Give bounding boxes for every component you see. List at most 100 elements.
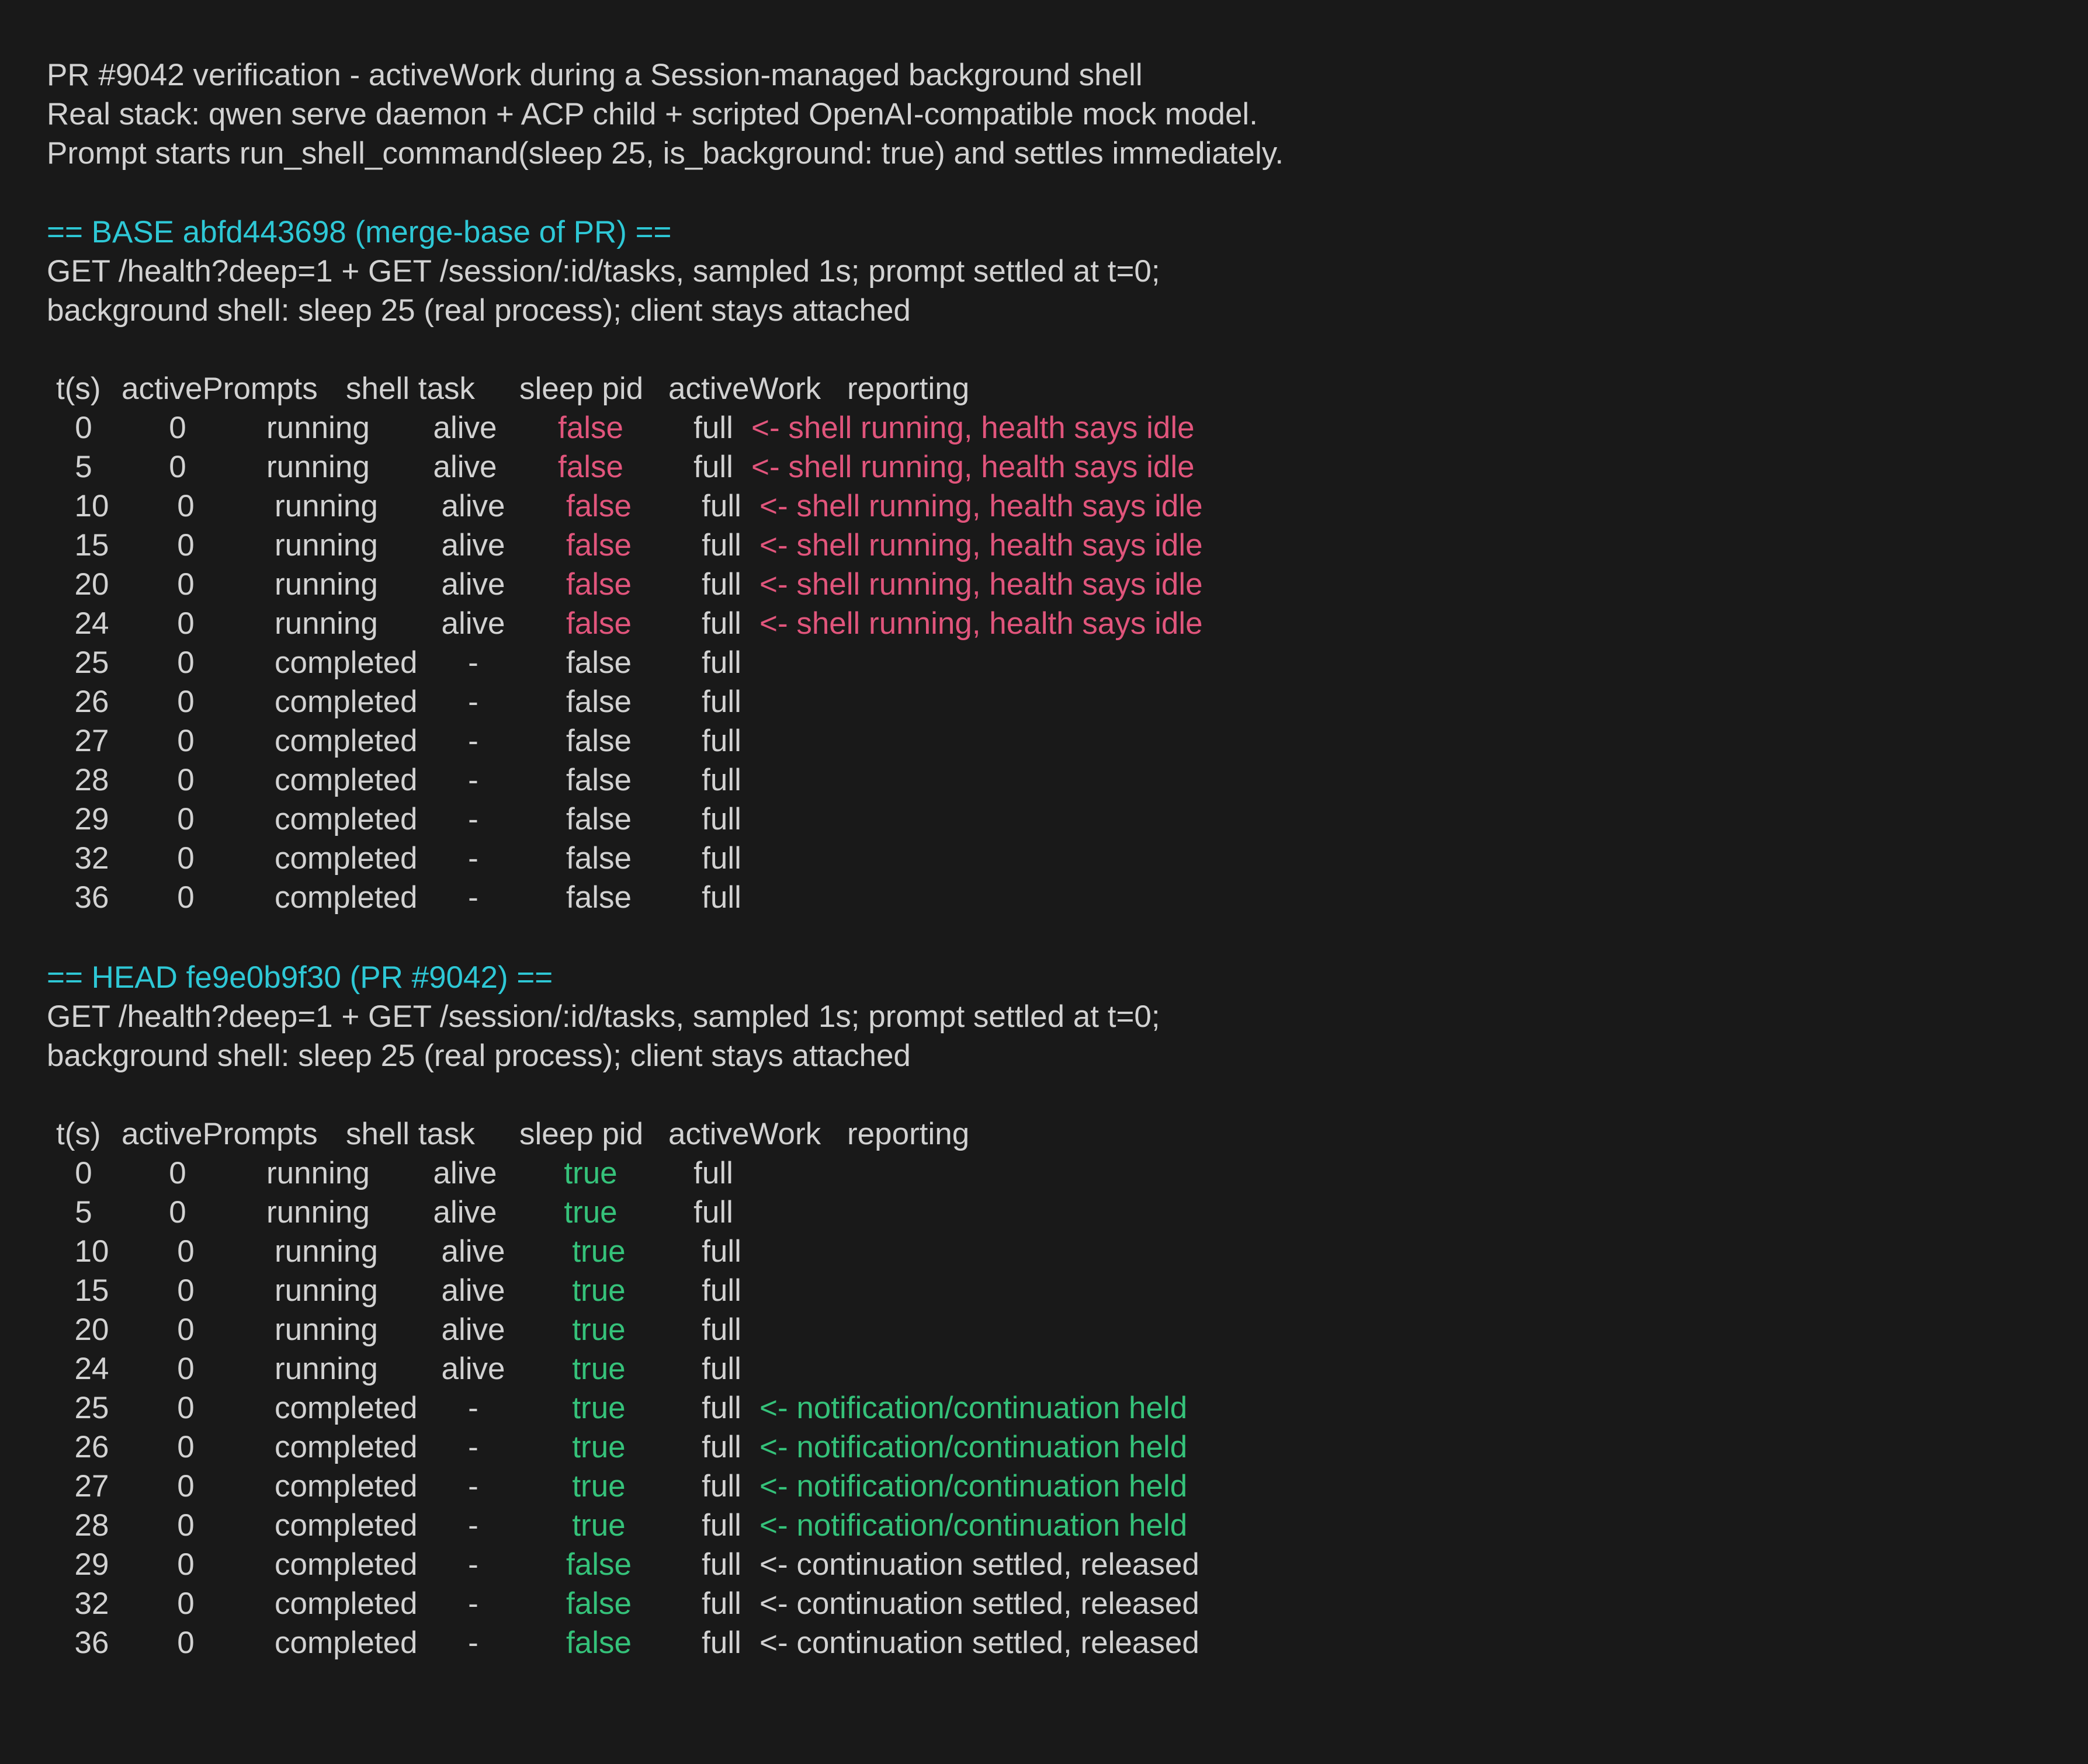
table-row: 28 0 completed - false full <box>0 761 2088 800</box>
cell-sleep-pid: - <box>468 1391 478 1425</box>
cell-time: 25 <box>74 645 109 680</box>
cell-time: 36 <box>74 1626 109 1660</box>
cell-shell-task: completed <box>275 1547 418 1582</box>
cell-shell-task: completed <box>275 880 418 915</box>
cell-active-work: true <box>572 1312 626 1347</box>
cell-shell-task: running <box>275 1352 378 1386</box>
cell-active-work: false <box>566 724 632 758</box>
column-header-activework: activeWork <box>668 371 821 406</box>
cell-note: <- notification/continuation held <box>759 1469 1188 1503</box>
cell-reporting: full <box>702 685 741 719</box>
table-row: 20 0 running alive true full <box>0 1310 2088 1349</box>
cell-shell-task: running <box>275 1273 378 1308</box>
cell-time: 28 <box>74 1508 109 1543</box>
cell-active-work: false <box>566 685 632 719</box>
cell-shell-task: running <box>266 411 370 445</box>
cell-shell-task: running <box>275 489 378 523</box>
cell-active-prompts: 0 <box>169 411 186 445</box>
cell-time: 36 <box>74 880 109 915</box>
cell-sleep-pid: alive <box>441 1312 505 1347</box>
cell-sleep-pid: - <box>468 724 478 758</box>
cell-time: 5 <box>75 1195 92 1230</box>
cell-shell-task: completed <box>275 802 418 836</box>
cell-note: <- shell running, health says idle <box>751 450 1195 484</box>
cell-active-prompts: 0 <box>177 528 195 562</box>
cell-active-work: true <box>572 1508 626 1543</box>
cell-reporting: full <box>702 1626 741 1660</box>
cell-time: 32 <box>74 841 109 876</box>
cell-time: 15 <box>74 1273 109 1308</box>
table-row: 26 0 completed - false full <box>0 682 2088 721</box>
cell-active-prompts: 0 <box>177 1273 195 1308</box>
cell-active-prompts: 0 <box>177 1391 195 1425</box>
section-heading: == BASE abfd443698 (merge-base of PR) == <box>47 215 672 249</box>
table-row: 28 0 completed - true full <- notification/con… <box>0 1506 2088 1545</box>
table-row: 20 0 running alive false full <- shell running… <box>0 565 2088 604</box>
cell-shell-task: completed <box>275 1391 418 1425</box>
cell-shell-task: completed <box>275 724 418 758</box>
cell-active-work: true <box>572 1469 626 1503</box>
table-row: 27 0 completed - false full <box>0 721 2088 761</box>
cell-note: <- shell running, health says idle <box>759 567 1203 602</box>
cell-active-prompts: 0 <box>177 1626 195 1660</box>
cell-shell-task: completed <box>275 645 418 680</box>
column-header-ts: t(s) <box>56 1117 101 1151</box>
cell-active-work: true <box>564 1156 618 1190</box>
cell-shell-task: completed <box>275 1469 418 1503</box>
cell-time: 29 <box>74 1547 109 1582</box>
column-header-shelltask: shell task <box>346 1117 475 1151</box>
cell-active-prompts: 0 <box>177 841 195 876</box>
cell-time: 29 <box>74 802 109 836</box>
table-row: 0 0 running alive false full <- shell running,… <box>0 408 2088 447</box>
cell-active-work: false <box>566 1626 632 1660</box>
cell-active-work: false <box>566 606 632 641</box>
cell-active-prompts: 0 <box>177 1312 195 1347</box>
cell-active-work: false <box>566 567 632 602</box>
cell-sleep-pid: - <box>468 645 478 680</box>
cell-sleep-pid: alive <box>433 450 497 484</box>
cell-active-prompts: 0 <box>169 1156 186 1190</box>
cell-sleep-pid: alive <box>433 411 497 445</box>
cell-shell-task: completed <box>275 763 418 797</box>
cell-shell-task: running <box>275 1312 378 1347</box>
cell-reporting: full <box>693 411 733 445</box>
cell-time: 10 <box>74 489 109 523</box>
cell-reporting: full <box>702 763 741 797</box>
cell-active-work: true <box>572 1391 626 1425</box>
column-header-ts: t(s) <box>56 371 101 406</box>
cell-sleep-pid: - <box>468 1430 478 1464</box>
cell-shell-task: completed <box>275 1586 418 1621</box>
cell-reporting: full <box>702 606 741 641</box>
cell-active-work: true <box>564 1195 618 1230</box>
cell-shell-task: running <box>275 606 378 641</box>
cell-shell-task: running <box>266 1195 370 1230</box>
cell-shell-task: running <box>275 567 378 602</box>
cell-sleep-pid: alive <box>441 489 505 523</box>
cell-shell-task: running <box>275 528 378 562</box>
column-header-sleeppid: sleep pid <box>519 371 644 406</box>
table-row: 32 0 completed - false full <box>0 839 2088 878</box>
cell-shell-task: completed <box>275 841 418 876</box>
table-row: 36 0 completed - false full <box>0 878 2088 917</box>
cell-sleep-pid: - <box>468 880 478 915</box>
section-desc-line-1: GET /health?deep=1 + GET /session/:id/ta… <box>47 999 1160 1034</box>
cell-active-prompts: 0 <box>177 645 195 680</box>
cell-sleep-pid: alive <box>441 606 505 641</box>
table-row: 0 0 running alive true full <box>0 1154 2088 1193</box>
column-header-sleeppid: sleep pid <box>519 1117 644 1151</box>
cell-reporting: full <box>702 1508 741 1543</box>
cell-reporting: full <box>702 1273 741 1308</box>
cell-reporting: full <box>702 645 741 680</box>
intro-line-1: PR #9042 verification - activeWork durin… <box>47 58 1143 92</box>
cell-time: 20 <box>74 567 109 602</box>
cell-sleep-pid: - <box>468 1508 478 1543</box>
cell-active-prompts: 0 <box>177 724 195 758</box>
cell-note: <- continuation settled, released <box>759 1626 1199 1660</box>
table-row: 32 0 completed - false full <- continuation se… <box>0 1584 2088 1623</box>
cell-reporting: full <box>702 1391 741 1425</box>
cell-shell-task: running <box>275 1234 378 1269</box>
table-row: 24 0 running alive true full <box>0 1349 2088 1388</box>
cell-sleep-pid: alive <box>441 528 505 562</box>
cell-reporting: full <box>702 841 741 876</box>
cell-reporting: full <box>702 1586 741 1621</box>
